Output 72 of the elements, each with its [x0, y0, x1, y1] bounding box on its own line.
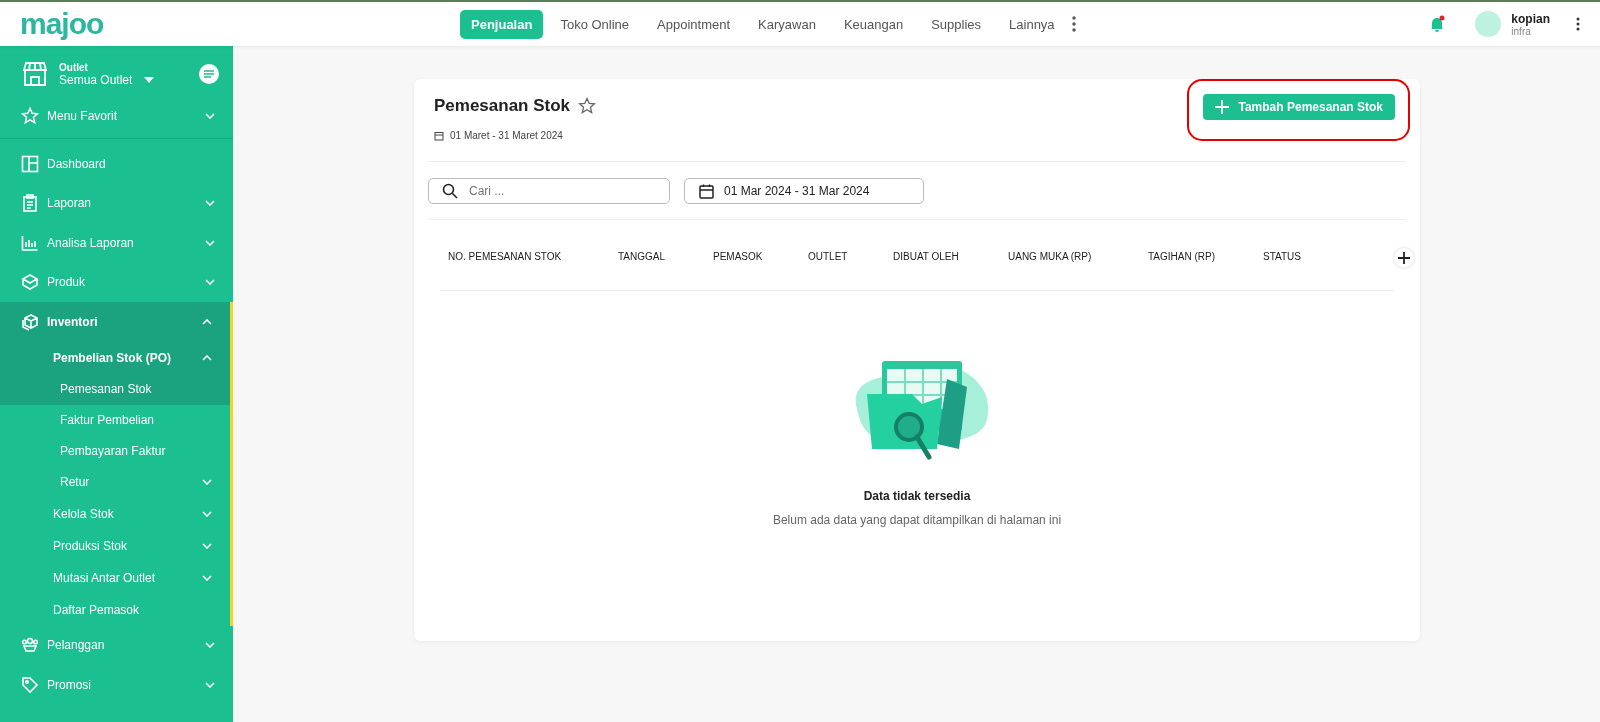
- chevron-down-icon: [205, 113, 215, 119]
- column-header: TANGGAL: [617, 250, 667, 262]
- nav-tab[interactable]: Appointment: [646, 9, 742, 39]
- cube-icon: [21, 312, 39, 331]
- box-icon: [21, 273, 39, 292]
- chevron-down-icon: [205, 200, 215, 207]
- more-icon[interactable]: [1576, 17, 1580, 31]
- calendar-icon: [434, 130, 444, 141]
- nav-tab[interactable]: Keuangan: [832, 9, 915, 39]
- sidebar-item[interactable]: Menu Favorit: [0, 96, 233, 136]
- page-title: Pemesanan Stok: [434, 96, 571, 116]
- sidebar-item[interactable]: Produk: [0, 262, 233, 302]
- column-header: DIBUAT OLEH: [892, 250, 960, 262]
- search-field[interactable]: Cari ...: [428, 178, 670, 204]
- nav-tab[interactable]: Penjualan: [460, 9, 544, 39]
- sidebar-item[interactable]: Laporan: [0, 183, 233, 223]
- store-icon: [21, 60, 49, 88]
- outlet-dropdown[interactable]: Semua Outlet: [59, 72, 189, 87]
- chevron-down-icon: [205, 681, 215, 688]
- people-icon: [21, 636, 39, 655]
- date-period: 01 Maret - 31 Maret 2024: [450, 130, 563, 141]
- sidebar-subitem[interactable]: Retur: [0, 466, 230, 498]
- chevron-down-icon: [202, 510, 212, 517]
- chevron-down-icon: [202, 479, 212, 485]
- sidebar-subitem[interactable]: Mutasi Antar Outlet: [0, 561, 230, 594]
- list-icon: [203, 69, 215, 79]
- add-column-button[interactable]: [1394, 248, 1414, 268]
- logo[interactable]: majoo: [20, 7, 460, 41]
- more-icon[interactable]: [1071, 16, 1076, 32]
- sidebar-subitem[interactable]: Daftar Pemasok: [0, 593, 230, 626]
- chevron-down-icon: [205, 279, 215, 286]
- nav-tab[interactable]: Karyawan: [747, 9, 827, 39]
- chevron-down-icon: [205, 239, 215, 246]
- nav-tab[interactable]: Supplies: [920, 9, 993, 39]
- empty-state-title: Data tidak tersedia: [863, 489, 971, 503]
- sidebar-subitem[interactable]: Produksi Stok: [0, 529, 230, 562]
- sidebar-item[interactable]: Dashboard: [0, 144, 233, 184]
- star-icon[interactable]: [578, 97, 597, 115]
- plus-icon: [1214, 100, 1229, 114]
- nav-tab[interactable]: Lainnya: [998, 9, 1066, 39]
- tag-icon: [21, 675, 39, 694]
- caret-icon: [144, 76, 155, 83]
- column-header: UANG MUKA (RP): [1007, 250, 1093, 262]
- star-icon: [21, 107, 39, 125]
- column-header: TAGIHAN (RP): [1147, 250, 1217, 262]
- sidebar-subitem[interactable]: Faktur Pembelian: [0, 404, 230, 436]
- chevron-up-icon: [202, 318, 212, 325]
- notification-bell-icon[interactable]: [1429, 15, 1446, 33]
- chevron-down-icon: [202, 574, 212, 581]
- user-name: kopian: [1511, 11, 1550, 26]
- nav-tab[interactable]: Toko Online: [549, 9, 641, 39]
- chevron-down-icon: [202, 542, 212, 549]
- user-role: infra: [1511, 25, 1531, 37]
- calendar-icon: [699, 183, 714, 199]
- sidebar-subitem[interactable]: Pembayaran Faktur: [0, 435, 230, 467]
- empty-state-message: Belum ada data yang dapat ditampilkan di halaman ini: [772, 513, 1062, 527]
- sidebar-item[interactable]: Pelanggan: [0, 625, 233, 665]
- bar-chart-icon: [21, 233, 39, 252]
- column-header: OUTLET: [807, 250, 849, 262]
- sidebar-item[interactable]: Promosi: [0, 665, 233, 705]
- column-header: NO. PEMESANAN STOK: [447, 250, 563, 262]
- chevron-up-icon: [202, 354, 212, 361]
- column-header: PEMASOK: [712, 250, 764, 262]
- sidebar-item[interactable]: Analisa Laporan: [0, 223, 233, 263]
- date-range-picker[interactable]: 01 Mar 2024 - 31 Mar 2024: [684, 178, 924, 204]
- column-header: STATUS: [1262, 250, 1302, 262]
- chevron-down-icon: [205, 642, 215, 649]
- clipboard-icon: [21, 194, 39, 213]
- layout-icon: [21, 154, 39, 173]
- add-order-button[interactable]: Tambah Pemesanan Stok: [1202, 94, 1395, 120]
- sidebar-subitem[interactable]: Kelola Stok: [0, 497, 230, 530]
- outlet-label: Outlet: [59, 61, 89, 73]
